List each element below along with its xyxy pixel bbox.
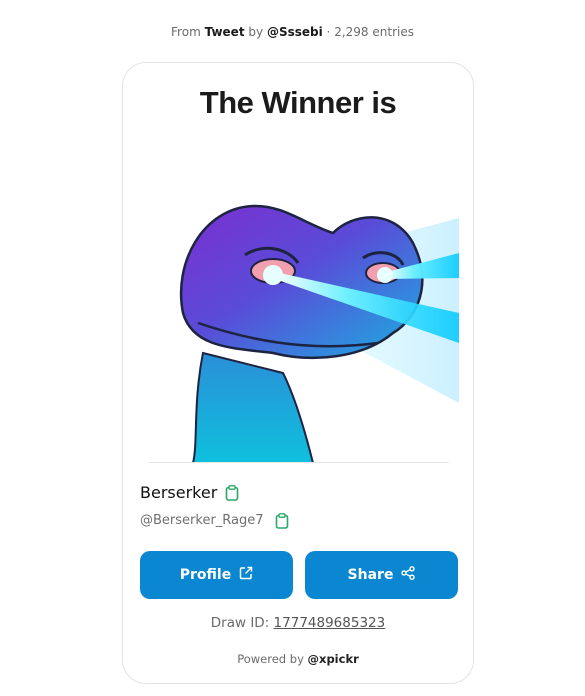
source-by: by [248, 25, 264, 39]
winner-avatar [163, 203, 459, 463]
external-link-icon [239, 566, 253, 584]
copy-name-clipboard-icon[interactable] [225, 485, 239, 501]
card-title: The Winner is [199, 85, 397, 120]
source-entries: 2,298 entries [334, 25, 414, 39]
share-button-label: Share [347, 567, 394, 583]
powered-by: Powered by @xpickr [123, 652, 473, 666]
source-separator: · [326, 25, 331, 39]
winner-name: Berserker [140, 483, 218, 502]
source-line: From Tweet by @Sssebi · 2,298 entries [0, 25, 585, 39]
source-author: @Sssebi [266, 25, 323, 39]
powered-brand[interactable]: @xpickr [308, 652, 359, 666]
profile-button[interactable]: Profile [140, 551, 293, 599]
draw-id: Draw ID: 1777489685323 [123, 615, 473, 631]
winner-card: The Winner is Berserker @Berserker_Rage7… [122, 62, 474, 684]
profile-button-label: Profile [179, 567, 232, 583]
source-prefix: From [171, 25, 201, 39]
avatar-divider [149, 462, 449, 463]
draw-id-label: Draw ID: [210, 615, 270, 631]
source-platform: Tweet [204, 25, 245, 39]
winner-handle: @Berserker_Rage7 [140, 513, 264, 528]
draw-id-link[interactable]: 1777489685323 [274, 615, 386, 631]
copy-handle-clipboard-icon[interactable] [275, 513, 289, 529]
share-nodes-icon [401, 566, 416, 584]
powered-prefix: Powered by [237, 652, 304, 666]
share-button[interactable]: Share [305, 551, 458, 599]
